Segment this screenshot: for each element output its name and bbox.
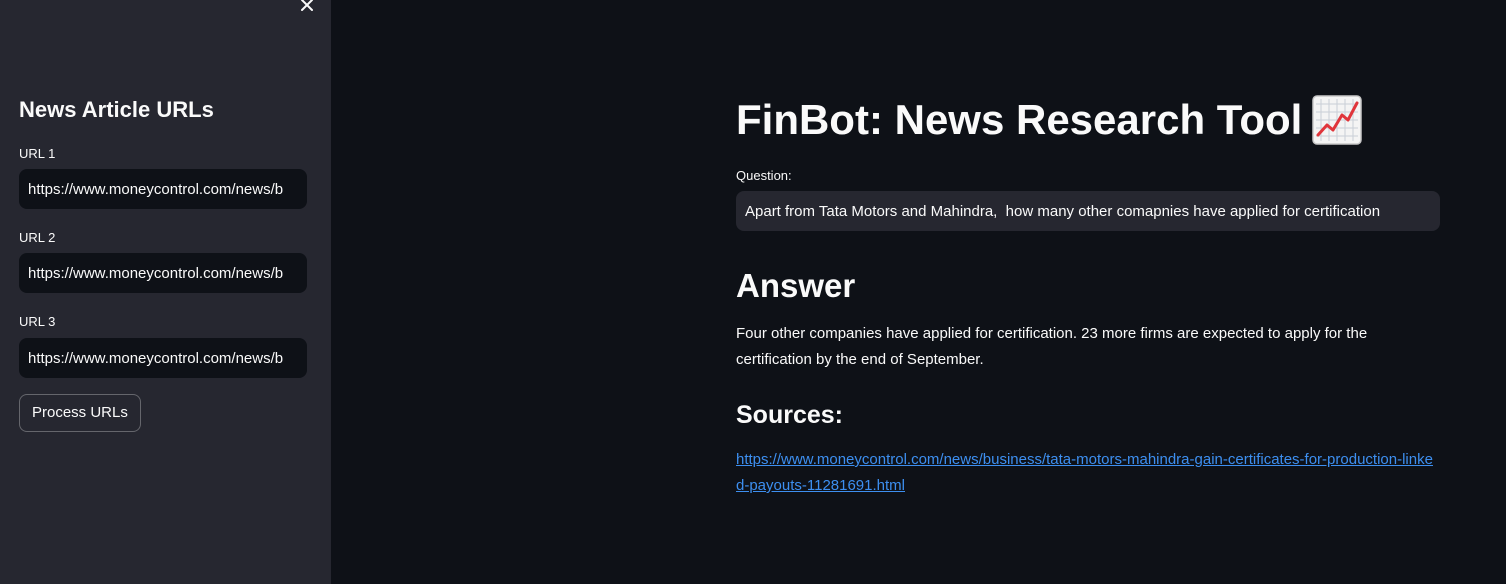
url-2-label: URL 2 [19,230,56,245]
question-label: Question: [736,168,792,183]
page-title: FinBot: News Research Tool [736,94,1363,146]
sidebar-title: News Article URLs [19,97,214,122]
close-sidebar-button[interactable] [296,0,318,16]
main-content: FinBot: News Research Tool Question: Apa… [331,0,1506,584]
sources-heading: Sources: [736,401,843,429]
url-1-label: URL 1 [19,146,56,161]
process-urls-button[interactable]: Process URLs [19,394,141,432]
question-input[interactable] [736,191,1440,231]
url-3-input[interactable] [19,338,307,378]
chart-increasing-icon [1312,95,1363,145]
close-icon [301,0,313,11]
answer-heading: Answer [736,267,856,304]
answer-text: Four other companies have applied for ce… [736,325,1368,368]
source-link[interactable]: https://www.moneycontrol.com/news/busine… [736,447,1441,499]
app-root: News Article URLs URL 1 URL 2 URL 3 Proc… [0,0,1506,584]
url-2-input[interactable] [19,253,307,293]
url-3-label: URL 3 [19,314,56,329]
url-1-input[interactable] [19,169,307,209]
page-title-text: FinBot: News Research Tool [736,96,1303,143]
sidebar: News Article URLs URL 1 URL 2 URL 3 Proc… [0,0,331,584]
